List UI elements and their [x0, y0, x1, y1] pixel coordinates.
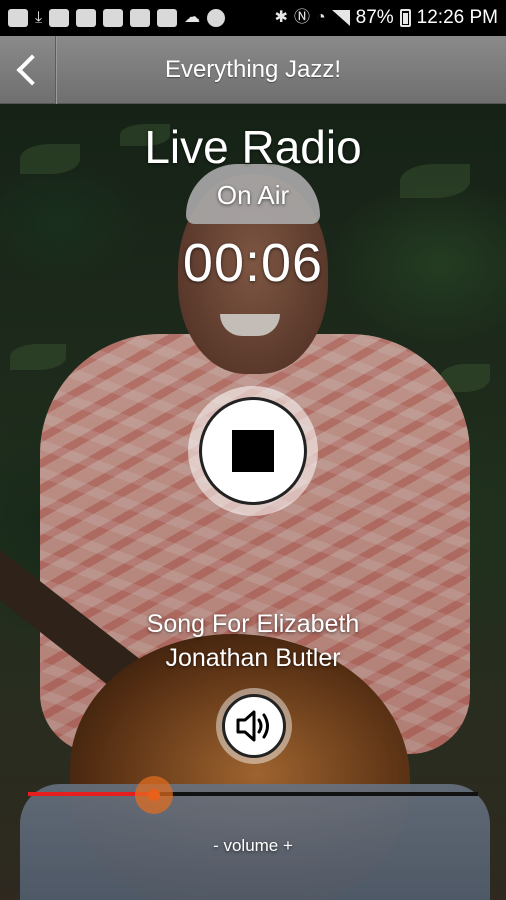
- mute-button-face: [222, 694, 286, 758]
- weather-icon: ☁: [184, 9, 201, 26]
- status-bar: ⤓ ☁ ✱ Ⓝ ◔ 87% 12:26 PM: [0, 0, 506, 36]
- battery-icon: [399, 9, 411, 27]
- chevron-left-icon: [15, 54, 48, 86]
- artist-name: Jonathan Butler: [165, 644, 341, 672]
- elapsed-timer: 00:06: [182, 233, 324, 293]
- song-title: Song For Elizabeth: [146, 610, 360, 638]
- stop-icon: [232, 430, 274, 472]
- stop-button[interactable]: [188, 386, 318, 516]
- battery-percent: 87%: [355, 7, 394, 28]
- back-button[interactable]: [0, 36, 56, 104]
- bluetooth-icon: ✱: [274, 9, 288, 26]
- speaker-icon: [236, 710, 269, 742]
- flipboard-icon: [130, 9, 151, 27]
- volume-label: - volume +: [213, 836, 293, 855]
- android-icon: [207, 9, 226, 27]
- image-icon: [49, 9, 70, 27]
- help-icon: [76, 9, 97, 27]
- page-title: Everything Jazz!: [164, 56, 342, 83]
- download-icon: ⤓: [35, 9, 43, 26]
- photo-icon: [157, 9, 178, 27]
- nfc-icon: Ⓝ: [293, 9, 310, 26]
- player-title: Live Radio: [144, 121, 362, 173]
- on-air-status: On Air: [216, 180, 290, 210]
- notification-icons: ⤓ ☁: [8, 9, 226, 27]
- app-header: Everything Jazz!: [0, 36, 506, 104]
- mute-button[interactable]: [216, 688, 292, 764]
- volume-thumb[interactable]: [135, 776, 173, 814]
- mail-icon: [103, 9, 124, 27]
- volume-slider[interactable]: [28, 776, 478, 814]
- clock: 12:26 PM: [416, 7, 498, 28]
- signal-icon: [331, 10, 350, 26]
- stop-button-face: [199, 397, 307, 505]
- wifi-icon: ◔: [315, 9, 326, 26]
- message-icon: [8, 9, 28, 27]
- system-icons: ✱ Ⓝ ◔ 87% 12:26 PM: [275, 7, 498, 29]
